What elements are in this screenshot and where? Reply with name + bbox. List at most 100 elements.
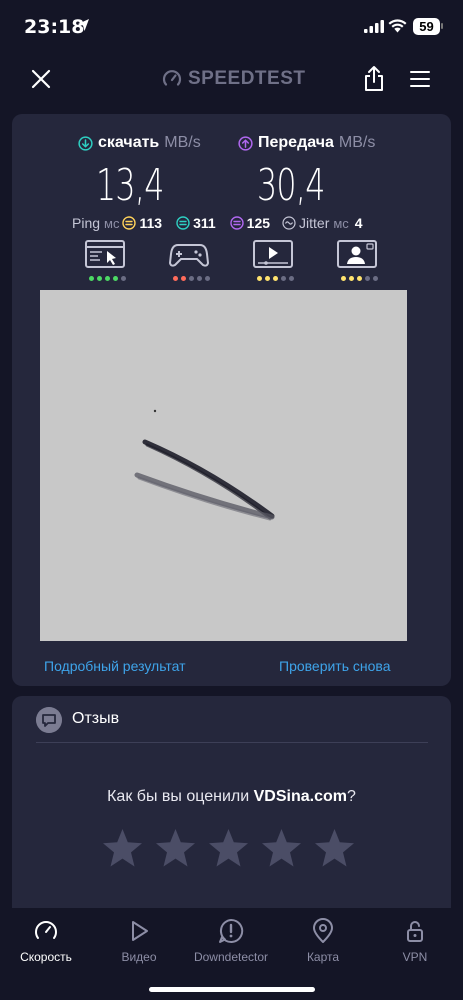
speedometer-logo-icon (162, 70, 182, 86)
tab-downdetector[interactable]: Downdetector (186, 918, 276, 964)
battery-indicator: 59 (413, 18, 440, 35)
question-prefix: Как бы вы оценили (107, 788, 254, 805)
quality-dot (349, 276, 354, 281)
quality-dot (365, 276, 370, 281)
quality-dot (97, 276, 102, 281)
ping-upload: 125 (246, 215, 271, 231)
speedtest-logo: SPEEDTEST (162, 68, 305, 90)
sketch-strokes (134, 409, 275, 521)
feedback-title: Отзыв (72, 710, 120, 727)
tab-label: VPN (402, 950, 428, 964)
speedometer-icon (35, 921, 57, 939)
quality-dot (113, 276, 118, 281)
jitter-icon (282, 216, 296, 230)
quality-dot (105, 276, 110, 281)
menu-button[interactable] (409, 69, 431, 89)
close-button[interactable] (28, 66, 54, 92)
wifi-icon (388, 19, 407, 33)
jitter-label: Jitter (299, 215, 330, 231)
test-again-link[interactable]: Проверить снова (279, 658, 391, 674)
quality-video-call (336, 238, 378, 284)
quality-dot (341, 276, 346, 281)
star-2-icon[interactable] (155, 828, 196, 868)
quality-dot (173, 276, 178, 281)
quality-dot (121, 276, 126, 281)
lock-icon (407, 921, 423, 942)
browsing-icon (85, 240, 125, 268)
download-arrow-icon (78, 135, 93, 151)
quality-video (252, 238, 294, 284)
tab-label: Видео (121, 950, 157, 964)
ping-row: Ping мс 113 311 125 Jitter мс 4 (72, 213, 452, 233)
download-ping-icon (176, 216, 190, 230)
feedback-divider (36, 742, 428, 743)
upload-value: 30,4 (257, 160, 325, 211)
star-4-icon[interactable] (261, 828, 302, 868)
upload-unit: MB/s (338, 134, 376, 151)
quality-dot (265, 276, 270, 281)
top-bar: SPEEDTEST (0, 52, 463, 104)
quality-dots-browsing (89, 276, 126, 281)
alert-icon (219, 918, 244, 943)
home-indicator (149, 987, 315, 992)
quality-dot (197, 276, 202, 281)
video-call-icon (337, 240, 377, 268)
feedback-card: Отзыв Как бы вы оценили VDSina.com? (12, 696, 451, 908)
quality-dot (373, 276, 378, 281)
location-arrow-icon (78, 19, 89, 31)
drawing-canvas[interactable] (40, 290, 407, 641)
video-icon (253, 240, 293, 268)
star-1-icon[interactable] (102, 828, 143, 868)
upload-arrow-icon (238, 135, 253, 151)
quality-dot (89, 276, 94, 281)
quality-dot (189, 276, 194, 281)
quality-dot (257, 276, 262, 281)
battery-nub (441, 23, 443, 29)
quality-dot (357, 276, 362, 281)
status-time: 23:18 (24, 16, 85, 38)
quality-dot (281, 276, 286, 281)
play-icon (132, 921, 148, 941)
ping-label: Ping (72, 215, 101, 231)
star-5-icon[interactable] (314, 828, 355, 868)
ping-idle: 113 (139, 215, 163, 231)
download-header: скачать MB/s (78, 134, 201, 152)
tab-video[interactable]: Видео (94, 918, 184, 964)
upload-header: Передача MB/s (238, 134, 375, 152)
quality-dot (181, 276, 186, 281)
ping-unit: мс (104, 215, 120, 231)
star-rating (102, 828, 355, 868)
gaming-icon (168, 244, 210, 267)
provider-name: VDSina.com (253, 788, 347, 805)
upload-label: Передача (258, 134, 334, 151)
idle-ping-icon (122, 216, 137, 230)
download-value: 13,4 (96, 160, 164, 211)
quality-dot (273, 276, 278, 281)
quality-dots-video (257, 276, 294, 281)
feedback-icon (36, 707, 62, 733)
tab-map[interactable]: Карта (278, 918, 368, 964)
star-3-icon[interactable] (208, 828, 249, 868)
download-label: скачать (98, 134, 160, 151)
quality-gaming (168, 238, 210, 284)
result-card: скачать MB/s Передача MB/s 13,4 30,4 Pin… (12, 114, 451, 686)
cellular-signal-icon (364, 20, 384, 33)
jitter-unit: мс (333, 215, 349, 231)
ping-download: 311 (193, 215, 216, 231)
rating-question: Как бы вы оценили VDSina.com? (12, 788, 451, 806)
tab-vpn[interactable]: VPN (370, 918, 460, 964)
quality-dots-video-call (341, 276, 378, 281)
tab-label: Downdetector (193, 950, 269, 964)
quality-dots-gaming (173, 276, 210, 281)
tab-label: Карта (306, 950, 340, 964)
quality-browsing (84, 238, 126, 284)
jitter-value: 4 (354, 215, 363, 231)
logo-text: SPEEDTEST (188, 68, 306, 89)
tab-speed[interactable]: Скорость (1, 918, 91, 964)
map-pin-icon (313, 918, 333, 943)
status-bar: 23:18 59 (0, 0, 463, 52)
tab-label: Скорость (20, 950, 72, 964)
share-button[interactable] (362, 64, 386, 92)
upload-ping-icon (229, 216, 244, 230)
detailed-result-link[interactable]: Подробный результат (44, 658, 186, 674)
